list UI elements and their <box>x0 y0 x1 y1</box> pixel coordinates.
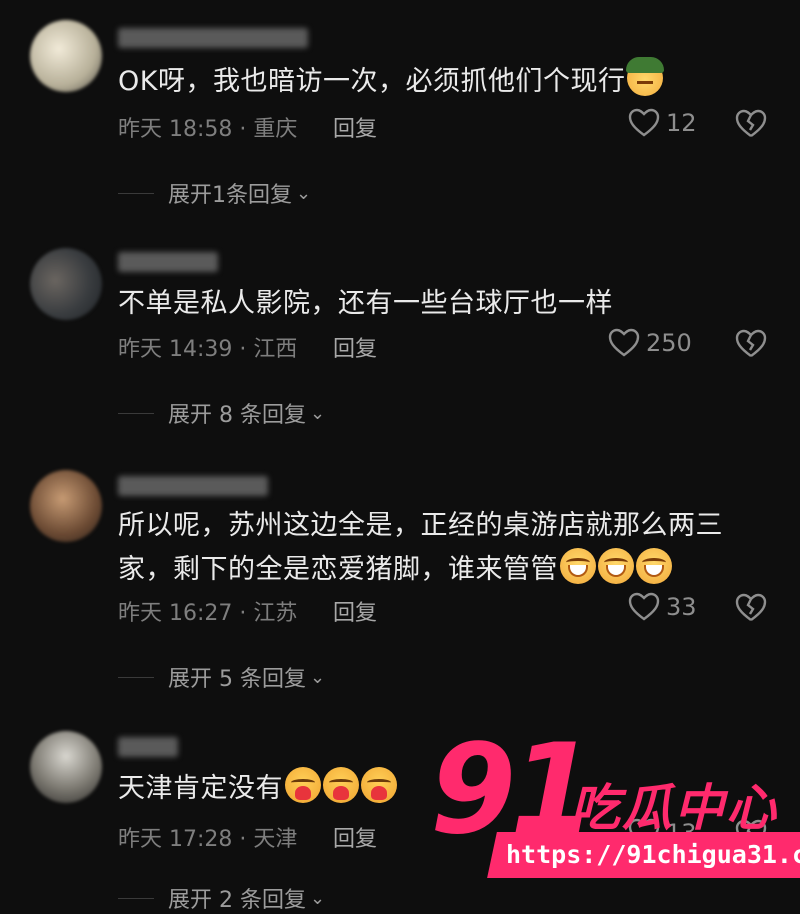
comment-item: 不单是私人影院，还有一些台球厅也一样 昨天 14:39 · 江西 回复 250 … <box>0 230 800 460</box>
watermark-brand: 吃瓜中心 <box>570 779 778 837</box>
expand-replies-label: 展开 2 条回复 <box>168 888 306 913</box>
chevron-down-icon: ⌄ <box>309 666 326 688</box>
comment-text: 不单是私人影院，还有一些台球厅也一样 <box>118 282 758 326</box>
heart-icon <box>628 592 660 621</box>
army-emoji-icon <box>626 57 665 96</box>
watermark-url: https://91chigua31.com <box>487 832 800 878</box>
comment-text-content: OK呀，我也暗访一次，必须抓他们个现行 <box>118 66 626 97</box>
like-button[interactable]: 12 <box>628 108 697 138</box>
divider-line <box>118 192 154 194</box>
reply-button[interactable]: 回复 <box>333 821 377 853</box>
expand-replies-label: 展开1条回复 <box>168 183 292 208</box>
avatar[interactable] <box>30 248 102 320</box>
expand-replies-label: 展开 5 条回复 <box>168 667 306 692</box>
comment-location: 江苏 <box>253 601 298 626</box>
laughing-emoji-icon <box>560 548 596 584</box>
comment-time: 昨天 18:58 <box>118 117 233 142</box>
like-button[interactable]: 250 <box>608 328 692 358</box>
comment-time: 昨天 16:27 <box>118 601 233 626</box>
chevron-down-icon: ⌄ <box>309 402 326 424</box>
comment-meta: 昨天 16:27 · 江苏 回复 <box>118 595 377 627</box>
username-blurred[interactable] <box>118 476 268 496</box>
divider-line <box>118 897 154 899</box>
chevron-down-icon: ⌄ <box>309 887 326 909</box>
comment-time: 昨天 17:28 <box>118 827 233 852</box>
comment-time: 昨天 14:39 <box>118 337 233 362</box>
comment-item: OK呀，我也暗访一次，必须抓他们个现行 昨天 18:58 · 重庆 回复 12 … <box>0 0 800 230</box>
dislike-button[interactable] <box>735 592 767 628</box>
chevron-down-icon: ⌄ <box>296 182 312 204</box>
heart-icon <box>608 328 640 357</box>
comment-location: 天津 <box>253 827 298 852</box>
like-button[interactable]: 33 <box>628 592 697 622</box>
expand-replies-button[interactable]: 展开 2 条回复 ⌄ <box>118 883 418 913</box>
like-count: 33 <box>666 593 697 621</box>
comment-item: 所以呢，苏州这边全是，正经的桌游店就那么两三家，剩下的全是恋爱猪脚，谁来管管 昨… <box>0 460 800 725</box>
comment-text: OK呀，我也暗访一次，必须抓他们个现行 <box>118 57 758 104</box>
avatar[interactable] <box>30 731 102 803</box>
comment-meta: 昨天 17:28 · 天津 回复 <box>118 821 377 853</box>
broken-heart-icon <box>735 593 767 621</box>
avatar[interactable] <box>30 20 102 92</box>
site-watermark: 91 吃瓜中心 https://91chigua31.com <box>430 728 800 897</box>
comment-location: 重庆 <box>253 117 298 142</box>
broken-heart-icon <box>735 329 767 357</box>
laughing-emoji-icon <box>636 548 672 584</box>
expand-replies-button[interactable]: 展开 8 条回复 ⌄ <box>118 398 418 428</box>
reply-button[interactable]: 回复 <box>333 595 377 627</box>
dislike-button[interactable] <box>735 108 767 144</box>
comment-text: 所以呢，苏州这边全是，正经的桌游店就那么两三家，剩下的全是恋爱猪脚，谁来管管 <box>118 504 758 592</box>
reply-button[interactable]: 回复 <box>333 111 377 143</box>
reply-button[interactable]: 回复 <box>333 331 377 363</box>
dislike-button[interactable] <box>735 328 767 364</box>
comment-text-content: 所以呢，苏州这边全是，正经的桌游店就那么两三家，剩下的全是恋爱猪脚，谁来管管 <box>118 510 723 585</box>
like-count: 12 <box>666 109 697 137</box>
heart-hug-emoji-icon <box>285 767 321 803</box>
comment-text-content: 天津肯定没有 <box>118 773 283 804</box>
comment-text-content: 不单是私人影院，还有一些台球厅也一样 <box>118 288 613 319</box>
expand-replies-button[interactable]: 展开1条回复 ⌄ <box>118 178 418 208</box>
username-blurred[interactable] <box>118 252 218 272</box>
broken-heart-icon <box>735 109 767 137</box>
like-count: 250 <box>646 329 692 357</box>
comment-meta: 昨天 14:39 · 江西 回复 <box>118 331 377 363</box>
divider-line <box>118 676 154 678</box>
expand-replies-button[interactable]: 展开 5 条回复 ⌄ <box>118 662 418 692</box>
watermark-url-text: https://91chigua31.com <box>506 840 800 869</box>
heart-hug-emoji-icon <box>323 767 359 803</box>
username-blurred[interactable] <box>118 28 308 48</box>
heart-hug-emoji-icon <box>361 767 397 803</box>
comment-meta: 昨天 18:58 · 重庆 回复 <box>118 111 377 143</box>
laughing-emoji-icon <box>598 548 634 584</box>
avatar[interactable] <box>30 470 102 542</box>
heart-icon <box>628 108 660 137</box>
divider-line <box>118 412 154 414</box>
username-blurred[interactable] <box>118 737 178 757</box>
comment-location: 江西 <box>253 337 298 362</box>
expand-replies-label: 展开 8 条回复 <box>168 403 306 428</box>
